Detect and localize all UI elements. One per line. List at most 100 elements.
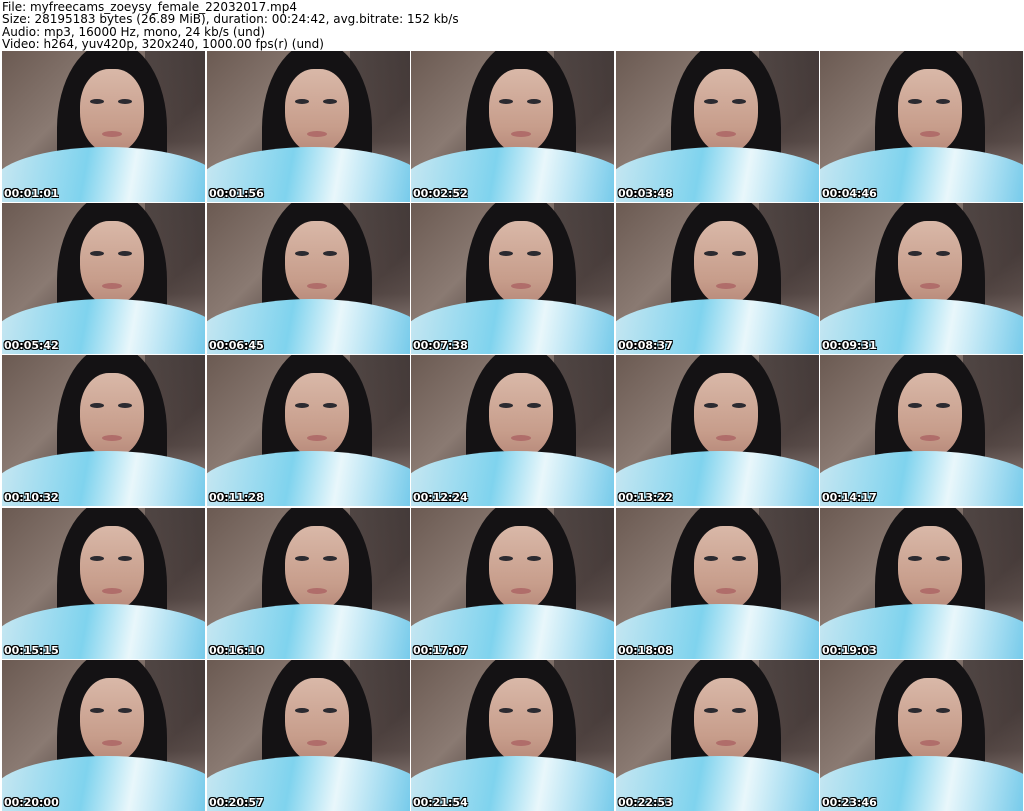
thumbnail-timestamp: 00:09:31 (822, 339, 877, 352)
video-thumbnail: 00:02:52 (411, 51, 614, 202)
eye-shape (295, 708, 309, 713)
eye-shape (323, 556, 337, 561)
thumbnail-timestamp: 00:02:52 (413, 187, 468, 200)
video-thumbnail: 00:08:37 (616, 203, 819, 354)
face-shape (80, 526, 144, 610)
thumbnail-timestamp: 00:05:42 (4, 339, 59, 352)
eye-shape (908, 99, 922, 104)
lips-shape (102, 588, 122, 594)
lips-shape (102, 131, 122, 137)
video-thumbnail: 00:20:00 (2, 660, 205, 811)
eye-shape (118, 251, 132, 256)
thumbnail-timestamp: 00:15:15 (4, 644, 59, 657)
thumbnail-timestamp: 00:20:57 (209, 796, 264, 809)
thumbnail-timestamp: 00:17:07 (413, 644, 468, 657)
face-shape (489, 373, 553, 457)
lips-shape (511, 588, 531, 594)
eye-shape (704, 99, 718, 104)
thumbnail-timestamp: 00:06:45 (209, 339, 264, 352)
thumbnail-timestamp: 00:21:54 (413, 796, 468, 809)
eye-shape (908, 251, 922, 256)
lips-shape (511, 131, 531, 137)
face-shape (80, 373, 144, 457)
face-shape (694, 526, 758, 610)
eye-shape (295, 251, 309, 256)
face-shape (489, 221, 553, 305)
eye-shape (118, 556, 132, 561)
file-size-line: Size: 28195183 bytes (26.89 MiB), durati… (2, 12, 459, 27)
lips-shape (102, 740, 122, 746)
thumbnail-timestamp: 00:01:56 (209, 187, 264, 200)
video-thumbnail: 00:18:08 (616, 508, 819, 659)
eye-shape (936, 403, 950, 408)
video-thumbnail: 00:03:48 (616, 51, 819, 202)
video-thumbnail: 00:14:17 (820, 355, 1023, 506)
thumbnail-timestamp: 00:01:01 (4, 187, 59, 200)
lips-shape (511, 740, 531, 746)
eye-shape (499, 251, 513, 256)
thumbnail-grid: 00:01:01 00:01:56 00:02:52 00:03:48 00:04:46… (0, 51, 1024, 811)
eye-shape (527, 251, 541, 256)
eye-shape (323, 403, 337, 408)
face-shape (898, 373, 962, 457)
face-shape (694, 678, 758, 762)
thumbnail-timestamp: 00:18:08 (618, 644, 673, 657)
lips-shape (920, 740, 940, 746)
thumbnail-timestamp: 00:10:32 (4, 491, 59, 504)
lips-shape (307, 283, 327, 289)
face-shape (694, 221, 758, 305)
video-thumbnail: 00:19:03 (820, 508, 1023, 659)
eye-shape (323, 251, 337, 256)
eye-shape (118, 99, 132, 104)
video-thumbnail: 00:06:45 (207, 203, 410, 354)
face-shape (80, 69, 144, 153)
lips-shape (716, 588, 736, 594)
lips-shape (102, 435, 122, 441)
eye-shape (704, 251, 718, 256)
video-thumbnail: 00:16:10 (207, 508, 410, 659)
thumbnail-timestamp: 00:12:24 (413, 491, 468, 504)
face-shape (489, 526, 553, 610)
lips-shape (920, 588, 940, 594)
thumbnail-timestamp: 00:07:38 (413, 339, 468, 352)
video-thumbnail: 00:21:54 (411, 660, 614, 811)
eye-shape (90, 251, 104, 256)
face-shape (285, 221, 349, 305)
eye-shape (499, 556, 513, 561)
eye-shape (936, 99, 950, 104)
face-shape (285, 69, 349, 153)
lips-shape (307, 131, 327, 137)
lips-shape (716, 435, 736, 441)
video-thumbnail: 00:01:56 (207, 51, 410, 202)
eye-shape (527, 708, 541, 713)
video-thumbnail: 00:23:46 (820, 660, 1023, 811)
eye-shape (499, 99, 513, 104)
eye-shape (295, 403, 309, 408)
face-shape (898, 526, 962, 610)
eye-shape (732, 99, 746, 104)
lips-shape (511, 283, 531, 289)
eye-shape (527, 99, 541, 104)
thumbnail-timestamp: 00:23:46 (822, 796, 877, 809)
video-info-line: Video: h264, yuv420p, 320x240, 1000.00 f… (2, 36, 324, 51)
face-shape (285, 526, 349, 610)
eye-shape (732, 403, 746, 408)
lips-shape (307, 740, 327, 746)
face-shape (898, 221, 962, 305)
thumbnail-timestamp: 00:16:10 (209, 644, 264, 657)
thumbnail-timestamp: 00:04:46 (822, 187, 877, 200)
thumbnail-timestamp: 00:08:37 (618, 339, 673, 352)
video-thumbnail: 00:01:01 (2, 51, 205, 202)
video-thumbnail: 00:10:32 (2, 355, 205, 506)
eye-shape (704, 556, 718, 561)
eye-shape (704, 708, 718, 713)
thumbnail-timestamp: 00:11:28 (209, 491, 264, 504)
eye-shape (90, 403, 104, 408)
eye-shape (323, 99, 337, 104)
video-thumbnail: 00:22:53 (616, 660, 819, 811)
thumbnail-timestamp: 00:19:03 (822, 644, 877, 657)
eye-shape (936, 556, 950, 561)
lips-shape (920, 131, 940, 137)
eye-shape (936, 251, 950, 256)
video-thumbnail: 00:20:57 (207, 660, 410, 811)
